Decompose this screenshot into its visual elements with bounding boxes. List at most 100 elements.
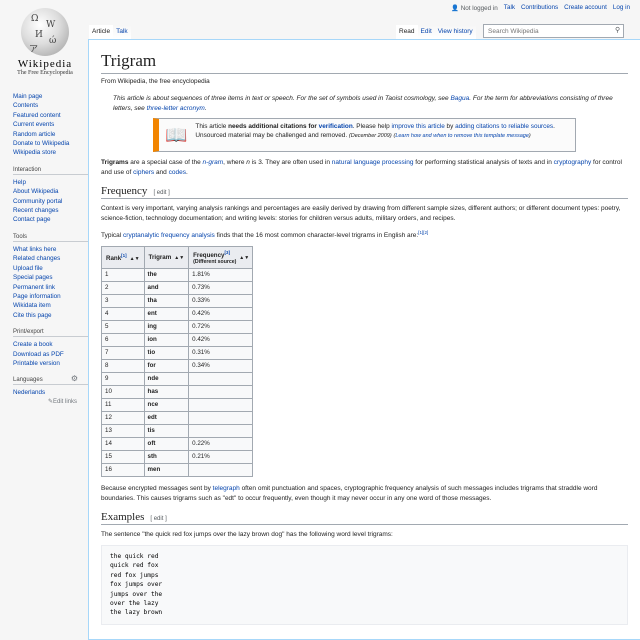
sidebar-item: About Wikipedia: [13, 187, 88, 196]
tab-article[interactable]: Article: [89, 25, 114, 39]
page: ΩWИώア Wikipedia The Free Encyclopedia 👤 …: [0, 0, 640, 640]
sidebar-link[interactable]: Wikidata item: [13, 302, 51, 309]
rank-cell: 13: [101, 424, 145, 439]
sidebar-item: Community portal: [13, 197, 88, 206]
sidebar-link[interactable]: Main page: [13, 93, 42, 100]
sidebar-link[interactable]: Recent changes: [13, 207, 59, 214]
three-letter-acronym-link[interactable]: three-letter acronym: [147, 105, 205, 112]
sidebar-list: Create a book Download as PDF Printable ve…: [13, 340, 88, 368]
trigram-cell: nce: [143, 398, 190, 413]
not-logged-in-label: 👤 Not logged in: [451, 5, 498, 12]
sidebar-item: Cite this page: [13, 311, 88, 320]
sidebar-link[interactable]: Page information: [13, 293, 61, 300]
sidebar-link[interactable]: Nederlands: [13, 389, 45, 396]
rank-cell: 6: [101, 333, 145, 348]
adding-citations-link[interactable]: adding citations to reliable sources: [455, 123, 553, 130]
search-icon[interactable]: ⚲: [615, 26, 620, 34]
table-row: 10 has: [101, 385, 254, 400]
codes-link[interactable]: codes: [169, 169, 186, 176]
tab-edit[interactable]: Edit: [417, 25, 435, 39]
create-account-link[interactable]: Create account: [564, 4, 607, 12]
sidebar-link[interactable]: Special pages: [13, 274, 53, 281]
sidebar-link[interactable]: Permanent link: [13, 284, 55, 291]
sidebar-link[interactable]: Wikipedia store: [13, 149, 56, 156]
sidebar-item: Create a book: [13, 340, 88, 349]
tab-history[interactable]: View history: [434, 25, 476, 39]
sidebar-link[interactable]: Contents: [13, 102, 38, 109]
frequency-header[interactable]: Frequency[3] (Different source) ▲▼: [188, 246, 254, 270]
sidebar-link[interactable]: Featured content: [13, 112, 61, 119]
ngram-link[interactable]: n-gram: [203, 159, 224, 166]
site-subtitle: From Wikipedia, the free encyclopedia: [101, 78, 210, 85]
frequency-cell: [188, 398, 254, 413]
user-talk-link[interactable]: Talk: [504, 4, 515, 12]
sidebar-item: Special pages: [13, 273, 88, 282]
wikipedia-logo[interactable]: ΩWИώア Wikipedia The Free Encyclopedia: [10, 8, 80, 76]
sidebar-link[interactable]: Download as PDF: [13, 351, 64, 358]
sidebar-link[interactable]: What links here: [13, 246, 56, 253]
contributions-link[interactable]: Contributions: [521, 4, 558, 12]
examples-heading: Examples[ edit ]: [101, 511, 628, 526]
trigram-cell: has: [143, 385, 190, 400]
improve-article-link[interactable]: improve this article: [391, 123, 444, 130]
intro-paragraph: Trigrams are a special case of the n-gra…: [101, 159, 622, 176]
sort-icon[interactable]: ▲▼: [174, 255, 184, 261]
cryptography-link[interactable]: cryptography: [554, 159, 592, 166]
interaction-heading: Interaction: [13, 167, 88, 175]
tab-talk[interactable]: Talk: [113, 25, 131, 39]
sort-icon[interactable]: ▲▼: [239, 255, 249, 261]
sidebar-item: Main page: [13, 92, 88, 101]
sidebar-link[interactable]: Random article: [13, 131, 55, 138]
code-line: quick red fox: [110, 562, 159, 570]
tab-read[interactable]: Read: [396, 25, 418, 39]
sidebar-link[interactable]: Cite this page: [13, 312, 52, 319]
sidebar-link[interactable]: Donate to Wikipedia: [13, 140, 69, 147]
rank-cell: 16: [101, 463, 145, 478]
ciphers-link[interactable]: ciphers: [133, 169, 154, 176]
sidebar-link[interactable]: Printable version: [13, 360, 60, 367]
sidebar-item: Help: [13, 178, 88, 187]
table-row: 5 ing 0.72%: [101, 320, 254, 335]
sidebar-link[interactable]: Community portal: [13, 198, 62, 205]
sidebar-item: Contact page: [13, 215, 88, 224]
bagua-link[interactable]: Bagua: [450, 95, 469, 102]
sidebar-item: Contents: [13, 101, 88, 110]
table-row: 16 men: [101, 463, 254, 478]
edit-section-frequency[interactable]: [ edit ]: [153, 190, 169, 196]
sidebar-interaction: Interaction Help About Wikipedia Community…: [13, 167, 88, 225]
rank-cell: 2: [101, 281, 145, 296]
telegraph-link[interactable]: telegraph: [213, 485, 240, 492]
verification-link[interactable]: verification: [319, 123, 353, 130]
rank-cell: 5: [101, 320, 145, 335]
table-row: 15 sth 0.21%: [101, 450, 254, 465]
rank-header[interactable]: Rank[1]▲▼: [101, 246, 145, 270]
nlp-link[interactable]: natural language processing: [332, 159, 414, 166]
frequency-cell: [188, 424, 254, 439]
reference-link[interactable]: [1][2]: [418, 230, 428, 235]
sidebar-link[interactable]: Contact page: [13, 216, 50, 223]
sidebar-item: Recent changes: [13, 206, 88, 215]
frequency-analysis-link[interactable]: cryptanalytic frequency analysis: [123, 233, 215, 240]
sidebar-link[interactable]: Current events: [13, 121, 54, 128]
code-line: fox jumps over: [110, 581, 163, 589]
trigram-cell: oft: [143, 437, 190, 452]
sidebar-list: What links here Related changes Upload fil…: [13, 245, 88, 320]
sidebar-link[interactable]: Related changes: [13, 255, 60, 262]
learn-remove-link[interactable]: Learn how and when to remove this templa…: [395, 133, 529, 139]
search-input[interactable]: [483, 24, 624, 38]
frequency-cell: [188, 385, 254, 400]
sidebar-link[interactable]: About Wikipedia: [13, 188, 59, 195]
login-link[interactable]: Log in: [613, 4, 630, 12]
sidebar-item: Wikipedia store: [13, 148, 88, 157]
gear-icon[interactable]: ⚙: [71, 374, 78, 383]
edit-links[interactable]: ✎Edit links: [13, 398, 88, 405]
sidebar-link[interactable]: Upload file: [13, 265, 43, 272]
trigram-header[interactable]: Trigram ▲▼: [143, 246, 190, 270]
sidebar-link[interactable]: Create a book: [13, 341, 53, 348]
logo-wordmark: Wikipedia: [17, 58, 73, 70]
sidebar-link[interactable]: Help: [13, 179, 26, 186]
languages-heading: Languages ⚙: [13, 374, 88, 386]
frequency-cell: [188, 372, 254, 387]
sort-icon[interactable]: ▲▼: [130, 256, 140, 262]
edit-section-examples[interactable]: [ edit ]: [150, 516, 166, 522]
